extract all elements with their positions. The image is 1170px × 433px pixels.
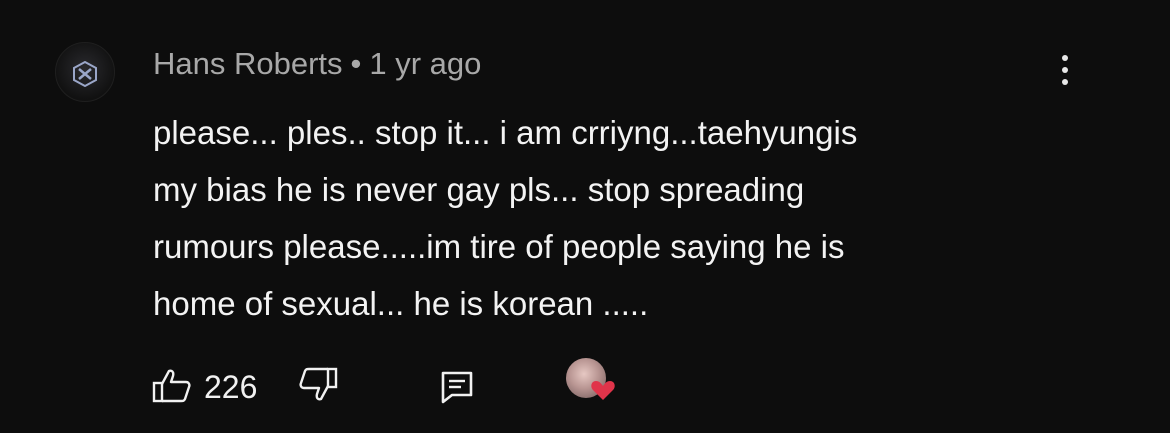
author-name[interactable]: Hans Roberts [153,46,343,81]
comment-thread: Hans Roberts • 1 yr ago please... ples.. s… [0,0,1170,433]
comment-text-line: my bias he is never gay pls... stop spre… [153,171,805,208]
comment-text-line: home of sexual... he is korean ..... [153,285,649,322]
comment-text: please... ples.. stop it... i am crriyng… [153,104,1053,332]
meta-separator: • [350,46,362,81]
thumbs-down-icon[interactable] [298,366,338,402]
comment-timestamp[interactable]: 1 yr ago [369,46,481,81]
creator-heart-icon [591,381,615,400]
creator-heart [566,358,615,406]
avatar-logo-icon [73,61,97,87]
comment-text-line: please... ples.. stop it... i am crriyng… [153,114,858,151]
comment-header: Hans Roberts • 1 yr ago [153,46,481,82]
reply-icon[interactable] [440,370,474,404]
thumbs-up-icon[interactable] [152,368,192,404]
like-count: 226 [204,369,258,405]
comment-text-line: rumours please.....im tire of people say… [153,228,845,265]
author-avatar[interactable] [55,42,115,102]
more-options-button[interactable] [1055,55,1075,91]
more-vertical-icon [1055,55,1075,85]
